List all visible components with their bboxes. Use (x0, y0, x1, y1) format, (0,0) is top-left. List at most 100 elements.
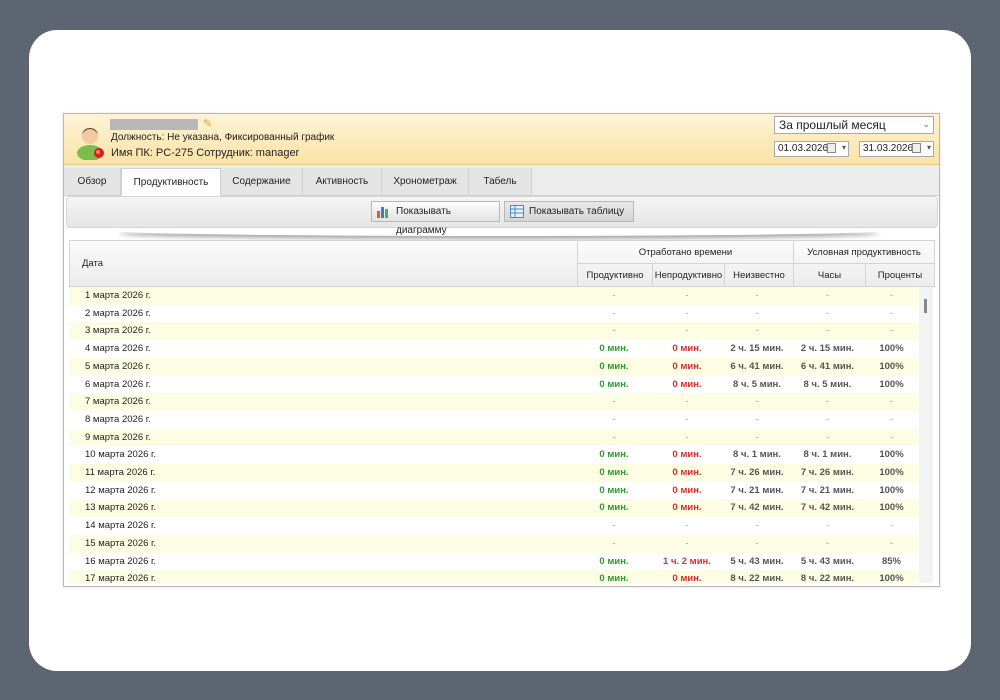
column-percent[interactable]: Проценты (865, 264, 934, 287)
calendar-icon[interactable] (912, 143, 921, 153)
table-row[interactable]: 17 марта 2026 г. 0 мин. 0 мин. 8 ч. 22 мин.… (69, 570, 919, 583)
vertical-scrollbar[interactable] (919, 287, 933, 583)
tab-timesheet[interactable]: Табель (469, 168, 532, 195)
table-row[interactable]: 6 марта 2026 г. 0 мин. 0 мин. 8 ч. 5 мин. 8 … (69, 375, 919, 394)
cell-date: 1 марта 2026 г. (85, 290, 151, 301)
date-from-value: 01.03.2026 (778, 143, 829, 154)
cell-date: 4 марта 2026 г. (85, 343, 151, 355)
table-row[interactable]: 10 марта 2026 г. 0 мин. 0 мин. 8 ч. 1 мин. 8… (69, 446, 919, 465)
table-row[interactable]: 7 марта 2026 г. - - - - - (69, 393, 919, 412)
table-row[interactable]: 9 марта 2026 г. - - - - - (69, 428, 919, 447)
cell-unproductive: 0 мин. (672, 449, 702, 461)
cell-unknown: 7 ч. 42 мин. (730, 502, 784, 514)
cell-date: 12 марта 2026 г. (85, 484, 156, 496)
edit-pencil-icon[interactable]: ✎ (203, 117, 212, 130)
cell-productive: 0 мин. (599, 378, 629, 390)
cell-hours: 7 ч. 21 мин. (800, 484, 855, 496)
scrollbar-thumb[interactable] (924, 299, 927, 313)
show-chart-button[interactable]: Показывать диаграмму (371, 201, 500, 236)
table-row[interactable]: 1 марта 2026 г. - - - - - (69, 287, 919, 305)
cell-productive: 0 мин. (599, 467, 629, 478)
table-row[interactable]: 16 марта 2026 г. 0 мин. 1 ч. 2 мин. 5 ч. 43… (69, 552, 919, 571)
cell-hours: - (825, 537, 830, 549)
cell-percent: 100% (879, 360, 904, 372)
cell-unproductive: 0 мин. (672, 467, 702, 478)
column-unknown[interactable]: Неизвестно (724, 264, 793, 287)
table-row[interactable]: 15 марта 2026 г. - - - - - (69, 534, 919, 553)
calendar-icon[interactable] (827, 143, 836, 153)
cell-unproductive: 0 мин. (672, 573, 702, 583)
cell-unproductive: - (685, 413, 689, 425)
cell-date: 8 марта 2026 г. (85, 413, 151, 425)
cell-productive: 0 мин. (599, 555, 629, 567)
tab-overview[interactable]: Обзор (64, 168, 121, 195)
date-to-field[interactable]: 31.03.2026 ▾ (859, 141, 934, 157)
dropdown-arrow-icon[interactable]: ▾ (842, 143, 846, 152)
cell-productive: - (612, 307, 616, 319)
cell-percent: - (889, 396, 894, 408)
column-productive[interactable]: Продуктивно (577, 264, 652, 287)
table-row[interactable]: 14 марта 2026 г. - - - - - (69, 517, 919, 536)
cell-hours: - (825, 520, 830, 532)
cell-unproductive: - (685, 520, 689, 532)
cell-hours: 8 ч. 1 мин. (803, 449, 852, 461)
cell-unproductive: 0 мин. (672, 360, 702, 372)
column-date[interactable]: Дата (82, 258, 103, 269)
table-row[interactable]: 12 марта 2026 г. 0 мин. 0 мин. 7 ч. 21 мин.… (69, 481, 919, 500)
position-line: Должность: Не указана, Фиксированный гра… (111, 132, 335, 143)
cell-hours: 7 ч. 42 мин. (800, 502, 855, 514)
cell-hours: 7 ч. 26 мин. (800, 467, 855, 478)
cell-unknown: 8 ч. 5 мин. (733, 378, 781, 390)
table-row[interactable]: 13 марта 2026 г. 0 мин. 0 мин. 7 ч. 42 мин.… (69, 499, 919, 518)
cell-unknown: - (755, 290, 759, 301)
table-row[interactable]: 2 марта 2026 г. - - - - - (69, 304, 919, 323)
cell-percent: 100% (879, 573, 904, 583)
cell-percent: 100% (879, 378, 904, 390)
cell-unproductive: - (685, 307, 689, 319)
employee-header: ✎ Должность: Не указана, Фиксированный г… (64, 114, 939, 165)
cell-hours: - (825, 431, 830, 443)
cell-productive: - (612, 290, 616, 301)
date-to-value: 31.03.2026 (863, 143, 914, 154)
cell-percent: - (889, 413, 894, 425)
tab-productivity[interactable]: Продуктивность (121, 168, 221, 196)
cell-percent: - (889, 290, 894, 301)
cell-date: 7 марта 2026 г. (85, 396, 151, 408)
cell-unknown: - (755, 396, 759, 408)
tab-content[interactable]: Содержание (221, 168, 303, 195)
cell-unknown: - (755, 325, 759, 337)
table-row[interactable]: 5 марта 2026 г. 0 мин. 0 мин. 6 ч. 41 мин. 6… (69, 357, 919, 376)
cell-hours: - (825, 325, 830, 337)
cell-hours: - (825, 396, 830, 408)
cell-unknown: 7 ч. 21 мин. (730, 484, 784, 496)
table-row[interactable]: 4 марта 2026 г. 0 мин. 0 мин. 2 ч. 15 мин. 2… (69, 340, 919, 359)
tab-timing[interactable]: Хронометраж (382, 168, 469, 195)
cell-unknown: - (755, 520, 759, 532)
cell-unproductive: 0 мин. (672, 378, 702, 390)
date-from-field[interactable]: 01.03.2026 ▾ (774, 141, 849, 157)
bar-chart-icon (377, 207, 388, 218)
cell-unknown: - (755, 431, 759, 443)
table-row[interactable]: 3 марта 2026 г. - - - - - (69, 322, 919, 341)
table-header: Дата Отработано времени Условная продукт… (69, 240, 935, 287)
cell-date: 5 марта 2026 г. (85, 360, 151, 372)
cell-productive: - (612, 396, 616, 408)
cell-unknown: - (755, 537, 759, 549)
table-row[interactable]: 11 марта 2026 г. 0 мин. 0 мин. 7 ч. 26 мин.… (69, 464, 919, 482)
tab-activity[interactable]: Активность (303, 168, 382, 195)
show-table-button[interactable]: Показывать таблицу (504, 201, 634, 222)
cell-productive: - (612, 325, 616, 337)
cell-hours: - (825, 413, 830, 425)
cell-unproductive: - (685, 396, 689, 408)
dropdown-arrow-icon[interactable]: ▾ (927, 143, 931, 152)
cell-unknown: 2 ч. 15 мин. (730, 343, 784, 355)
column-hours[interactable]: Часы (793, 264, 865, 287)
show-table-label: Показывать таблицу (529, 206, 625, 217)
cell-hours: 2 ч. 15 мин. (800, 343, 855, 355)
table-row[interactable]: 8 марта 2026 г. - - - - - (69, 410, 919, 429)
cell-percent: 100% (879, 502, 904, 514)
table-body: 1 марта 2026 г. - - - - - 2 марта 2026 г. - - - - -… (69, 287, 935, 583)
column-unproductive[interactable]: Непродуктивно (652, 264, 724, 287)
employee-name-redacted (110, 119, 198, 130)
period-select[interactable]: За прошлый месяц ⌄ (774, 116, 934, 134)
